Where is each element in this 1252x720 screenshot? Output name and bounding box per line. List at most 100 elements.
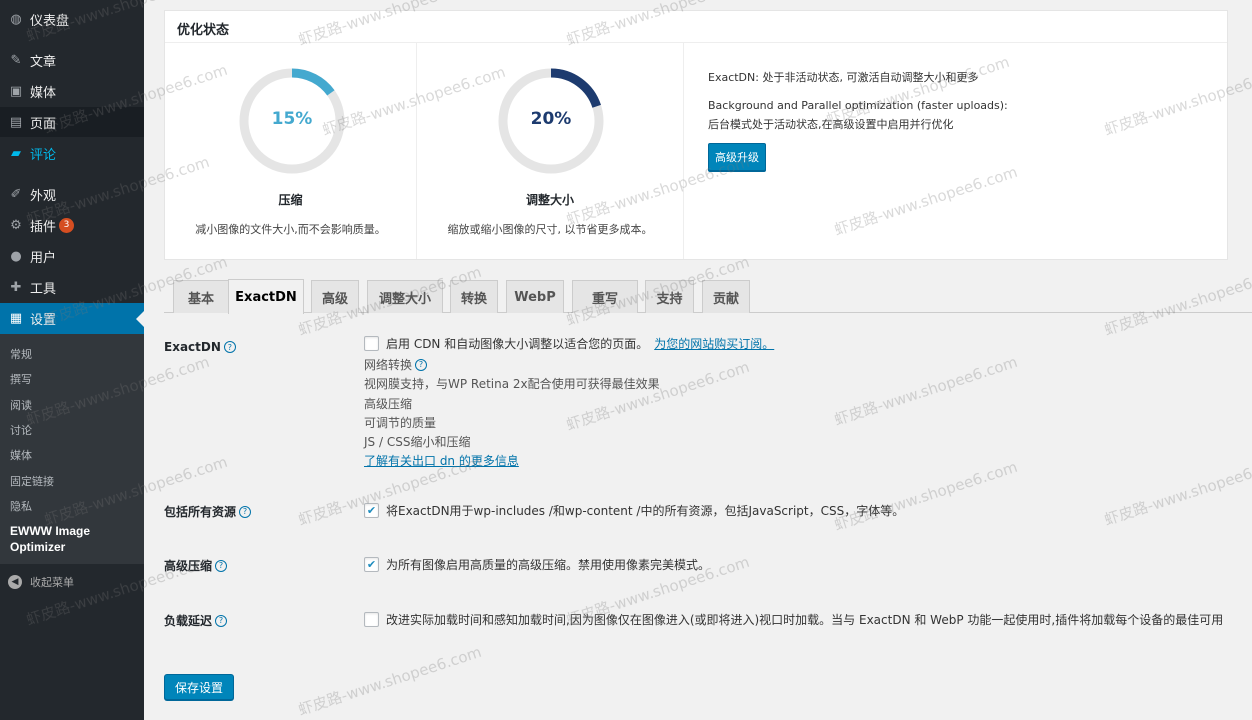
watermark: 虾皮路-www.shopee6.com bbox=[1102, 452, 1252, 530]
upgrade-button[interactable]: 高级升级 bbox=[708, 143, 766, 171]
tab-webp[interactable]: WebP bbox=[506, 280, 564, 313]
feature-item: 网络转换 ? bbox=[364, 356, 428, 373]
plugin-icon: ⚙ bbox=[10, 217, 22, 233]
optimization-status-panel: 优化状态 15% 压缩 减小图像的文件大小,而不会影响质量。 20% 调整大小 … bbox=[164, 10, 1228, 260]
all-assets-label: 包括所有资源 ? bbox=[164, 503, 252, 520]
field-label-text: 高级压缩 bbox=[164, 559, 213, 573]
feature-text: 网络转换 bbox=[364, 358, 413, 372]
wrench-icon: ✚ bbox=[10, 279, 22, 295]
submenu-writing[interactable]: 撰写 bbox=[10, 371, 32, 387]
buy-subscription-link[interactable]: 为您的网站购买订阅。 bbox=[654, 335, 774, 352]
tab-advanced[interactable]: 高级 bbox=[311, 280, 359, 313]
compress-desc: 减小图像的文件大小,而不会影响质量。 bbox=[195, 223, 386, 236]
compress-column: 15% 压缩 减小图像的文件大小,而不会影响质量。 bbox=[165, 43, 417, 259]
menu-label: 插件 bbox=[30, 219, 57, 235]
background-title: Background and Parallel optimization (fa… bbox=[708, 99, 1008, 112]
submenu-media[interactable]: 媒体 bbox=[10, 447, 32, 463]
menu-label: 用户 bbox=[30, 250, 57, 266]
save-settings-button[interactable]: 保存设置 bbox=[164, 674, 235, 700]
settings-submenu: 常规 撰写 阅读 讨论 媒体 固定链接 隐私 EWWW Image Optimi… bbox=[0, 334, 144, 564]
field-label-text: 包括所有资源 bbox=[164, 505, 237, 519]
tab-convert[interactable]: 转换 bbox=[450, 280, 498, 313]
help-icon[interactable]: ? bbox=[223, 341, 236, 353]
menu-item-posts[interactable]: ✎ 文章 bbox=[0, 45, 144, 75]
menu-item-tools[interactable]: ✚ 工具 bbox=[0, 272, 144, 302]
advanced-compression-option: 为所有图像启用高质量的高级压缩。禁用使用像素完美模式。 bbox=[386, 558, 711, 572]
compress-label: 压缩 bbox=[278, 193, 303, 207]
update-count-badge: 3 bbox=[59, 217, 75, 233]
tab-contribute[interactable]: 贡献 bbox=[702, 280, 750, 313]
collapse-menu[interactable]: ◀ 收起菜单 bbox=[8, 574, 74, 590]
help-icon[interactable]: ? bbox=[415, 358, 428, 371]
media-icon: ▣ bbox=[9, 83, 23, 99]
tab-basic[interactable]: 基本 bbox=[173, 280, 229, 313]
submenu-general[interactable]: 常规 bbox=[10, 346, 32, 362]
exactdn-status-text: ExactDN: 处于非活动状态, 可激活自动调整大小和更多 bbox=[708, 71, 979, 84]
status-info-column: ExactDN: 处于非活动状态, 可激活自动调整大小和更多 Backgroun… bbox=[684, 43, 1227, 259]
submenu-permalinks[interactable]: 固定链接 bbox=[10, 473, 54, 489]
watermark: 虾皮路-www.shopee6.com bbox=[564, 357, 752, 435]
resize-label: 调整大小 bbox=[525, 193, 574, 207]
learn-more-item: 了解有关出口 dn 的更多信息 bbox=[364, 452, 519, 469]
collapse-label: 收起菜单 bbox=[30, 576, 74, 589]
compress-percent: 15% bbox=[271, 109, 313, 129]
help-icon[interactable]: ? bbox=[215, 559, 228, 572]
learn-more-link[interactable]: 了解有关出口 dn 的更多信息 bbox=[364, 452, 519, 469]
field-label-text: ExactDN bbox=[164, 340, 221, 354]
watermark: 虾皮路-www.shopee6.com bbox=[832, 457, 1020, 535]
exactdn-label: ExactDN ? bbox=[164, 340, 236, 354]
field-label-text: 负载延迟 bbox=[164, 614, 213, 628]
menu-item-dashboard[interactable]: ◍ 仪表盘 bbox=[0, 4, 144, 34]
feature-item: JS / CSS缩小和压缩 bbox=[364, 435, 471, 449]
all-assets-checkbox[interactable] bbox=[364, 503, 379, 518]
user-icon: ● bbox=[10, 248, 22, 264]
tab-resize[interactable]: 调整大小 bbox=[367, 280, 443, 313]
resize-desc: 缩放或缩小图像的尺寸, 以节省更多成本。 bbox=[447, 223, 653, 236]
menu-item-users[interactable]: ● 用户 bbox=[0, 241, 144, 271]
all-assets-option: 将ExactDN用于wp-includes /和wp-content /中的所有… bbox=[386, 504, 905, 518]
dashboard-icon: ◍ bbox=[10, 11, 22, 27]
tab-support[interactable]: 支持 bbox=[645, 280, 694, 313]
feature-item: 可调节的质量 bbox=[364, 416, 437, 430]
current-arrow bbox=[136, 311, 144, 327]
submenu-reading[interactable]: 阅读 bbox=[10, 397, 32, 413]
feature-item: 视网膜支持，与WP Retina 2x配合使用可获得最佳效果 bbox=[364, 377, 660, 391]
settings-tabs: 基本 ExactDN 高级 调整大小 转换 WebP 重写 支持 贡献 bbox=[164, 278, 1252, 314]
advanced-compression-label: 高级压缩 ? bbox=[164, 557, 228, 574]
help-icon[interactable]: ? bbox=[215, 614, 228, 627]
help-icon[interactable]: ? bbox=[239, 505, 252, 518]
menu-item-pages[interactable]: ▤ 页面 bbox=[0, 107, 144, 137]
comment-icon: ▰ bbox=[11, 145, 21, 161]
menu-label: 评论 bbox=[30, 147, 57, 163]
menu-item-media[interactable]: ▣ 媒体 bbox=[0, 76, 144, 106]
submenu-ewww[interactable]: EWWW Image Optimizer bbox=[10, 523, 130, 555]
settings-icon: ▦ bbox=[9, 311, 23, 326]
watermark: 虾皮路-www.shopee6.com bbox=[296, 642, 484, 720]
tab-exactdn[interactable]: ExactDN bbox=[228, 279, 304, 314]
tab-rewrite[interactable]: 重写 bbox=[572, 280, 638, 313]
menu-label: 设置 bbox=[30, 313, 57, 328]
submenu-discussion[interactable]: 讨论 bbox=[10, 422, 32, 438]
lazy-load-checkbox[interactable] bbox=[364, 612, 379, 627]
page-icon: ▤ bbox=[9, 114, 23, 130]
lazy-load-label: 负载延迟 ? bbox=[164, 612, 228, 629]
menu-label: 文章 bbox=[30, 54, 57, 70]
background-status: 后台模式处于活动状态,在高级设置中启用并行优化 bbox=[708, 118, 954, 131]
menu-item-plugins[interactable]: ⚙ 插件 3 bbox=[0, 210, 144, 240]
resize-column: 20% 调整大小 缩放或缩小图像的尺寸, 以节省更多成本。 bbox=[417, 43, 684, 259]
feature-item: 高级压缩 bbox=[364, 397, 413, 411]
menu-label: 外观 bbox=[30, 188, 57, 204]
menu-label: 工具 bbox=[30, 281, 57, 297]
submenu-privacy[interactable]: 隐私 bbox=[10, 498, 32, 514]
menu-label: 仪表盘 bbox=[30, 13, 70, 29]
advanced-compression-checkbox[interactable] bbox=[364, 557, 379, 572]
menu-item-comments[interactable]: ▰ 评论 bbox=[0, 138, 144, 168]
appearance-icon: ✐ bbox=[10, 186, 22, 202]
menu-item-settings[interactable]: ▦ 设置 bbox=[0, 303, 144, 334]
panel-title: 优化状态 bbox=[177, 23, 230, 38]
exactdn-checkbox[interactable] bbox=[364, 336, 379, 351]
exactdn-option: 启用 CDN 和自动图像大小调整以适合您的页面。 为您的网站购买订阅。 bbox=[386, 335, 774, 352]
menu-item-appearance[interactable]: ✐ 外观 bbox=[0, 179, 144, 209]
lazy-load-option: 改进实际加载时间和感知加载时间,因为图像仅在图像进入(或即将进入)视口时加载。当… bbox=[386, 613, 1224, 627]
menu-label: 页面 bbox=[30, 116, 57, 132]
